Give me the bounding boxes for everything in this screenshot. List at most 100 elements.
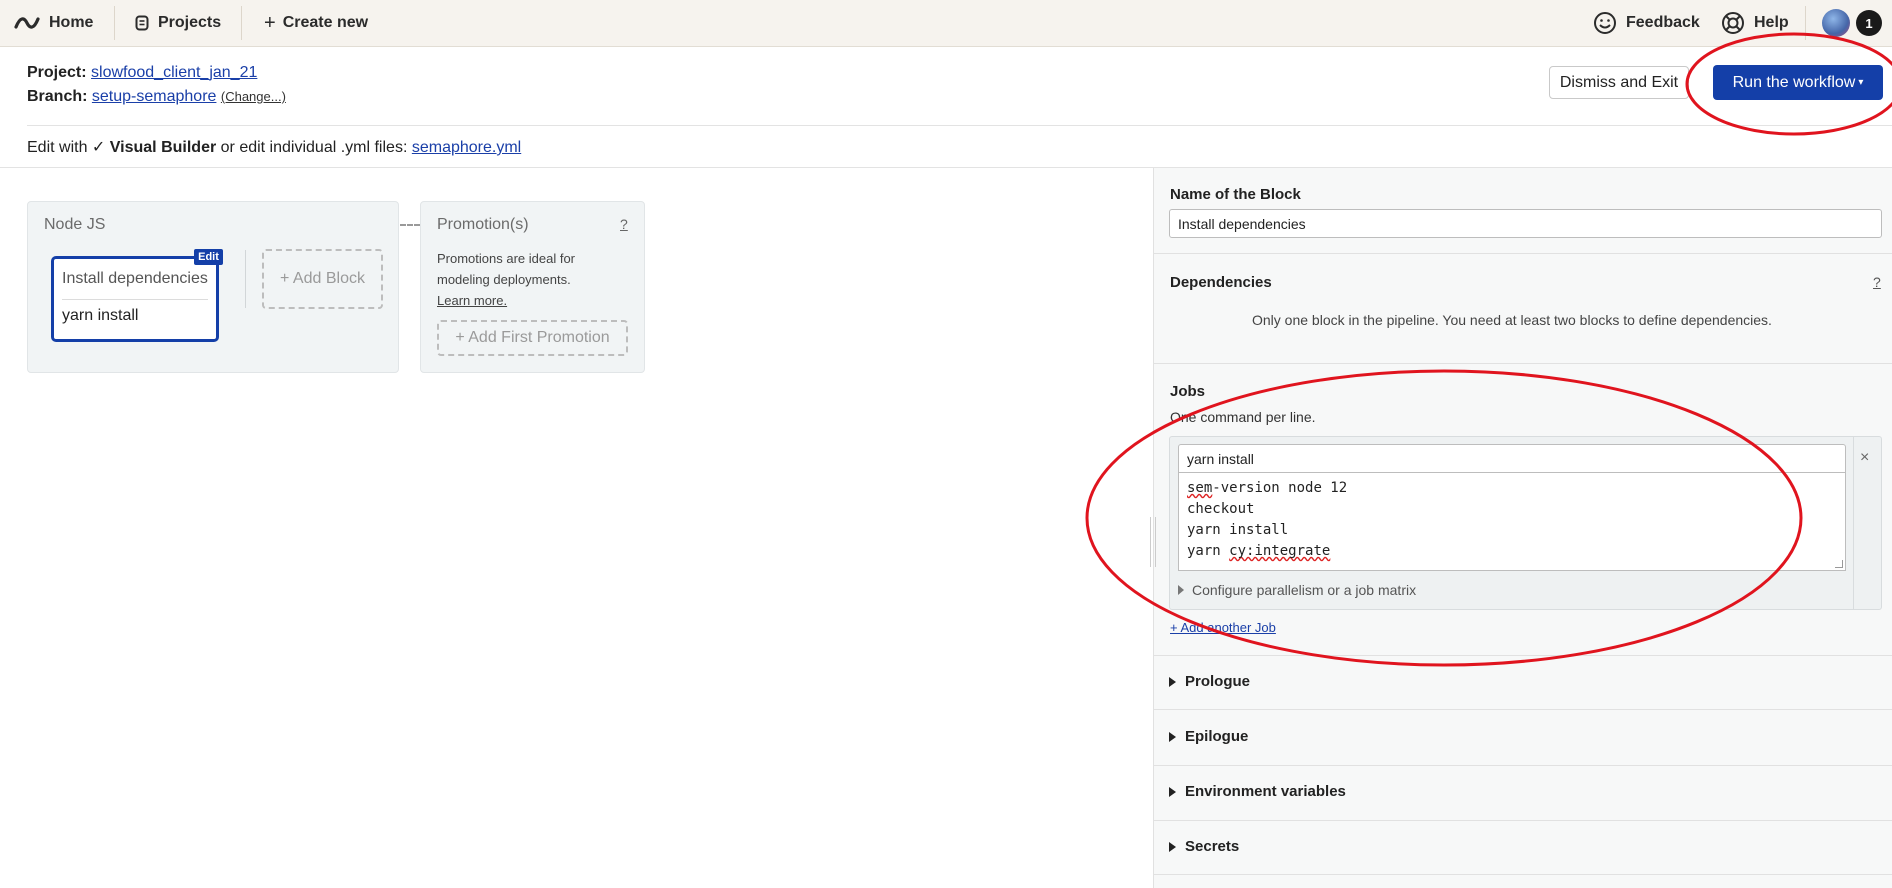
nav-divider [114,6,115,40]
command-line: sem-version node 12 [1187,478,1837,499]
expand-triangle-icon [1169,676,1176,687]
user-avatar[interactable] [1822,9,1850,37]
prologue-section[interactable]: Prologue [1169,673,1250,690]
caret-down-icon: ▾ [1858,77,1864,88]
run-workflow-label: Run the workflow [1732,73,1856,91]
smiley-icon [1593,11,1617,35]
nav-home[interactable]: Home [14,0,93,46]
divider [1154,820,1892,821]
nav-create-new-label: Create new [282,14,369,31]
nav-divider [1805,6,1806,40]
plus-icon: + [264,11,276,34]
nav-feedback-label: Feedback [1626,14,1700,31]
expand-triangle-icon [1169,731,1176,742]
command-line: yarn cy:integrate [1187,541,1837,562]
command-line: yarn install [1187,520,1837,541]
add-block-button[interactable]: + Add Block [262,249,383,309]
editor-mode-prefix: Edit with [27,139,88,156]
nav-help[interactable]: Help [1721,0,1789,46]
configure-parallelism-label: Configure parallelism or a job matrix [1192,582,1417,598]
promotions-help-link[interactable]: ? [620,216,628,232]
block-divider [62,299,208,300]
editor-mode-middle: or edit individual .yml files: [220,139,408,156]
nav-projects-label: Projects [158,14,222,31]
add-first-promotion-button[interactable]: + Add First Promotion [437,320,628,356]
branch-link[interactable]: setup-semaphore [92,88,217,105]
jobs-label: Jobs [1170,383,1206,400]
block-name-input[interactable]: Install dependencies [1169,209,1882,238]
command-line-text: checkout [1187,501,1255,517]
resize-grip-icon[interactable] [1835,560,1843,568]
block-name: Install dependencies [62,270,208,287]
section-label: Secrets [1185,838,1240,855]
block-name-label: Name of the Block [1170,186,1301,203]
command-line-flagged: sem [1187,480,1213,496]
jobs-hint: One command per line. [1170,409,1316,425]
nav-divider [241,6,242,40]
secrets-section[interactable]: Secrets [1169,838,1239,855]
branch-info: Branch: setup-semaphore (Change...) [27,88,286,106]
remove-job-button[interactable]: × [1860,449,1869,467]
job-name-input[interactable]: yarn install [1178,444,1846,473]
semaphore-logo-icon [14,15,40,31]
editor-mode-line: Edit with ✓ Visual Builder or edit indiv… [27,137,521,157]
edit-badge[interactable]: Edit [194,249,223,265]
environment-variables-section[interactable]: Environment variables [1169,783,1346,800]
nav-feedback[interactable]: Feedback [1593,0,1700,46]
block-job: yarn install [62,307,139,324]
nav-home-label: Home [49,14,94,31]
section-label: Environment variables [1185,783,1346,800]
projects-icon [135,15,149,31]
nav-help-label: Help [1754,14,1789,31]
promotions-description-line: Promotions are ideal for [437,251,576,266]
project-label: Project: [27,64,87,81]
divider [27,125,1892,126]
command-line-text: yarn install [1187,522,1289,538]
expand-triangle-icon [1169,841,1176,852]
dependencies-label: Dependencies [1170,274,1272,291]
block-separator [245,250,246,308]
project-link[interactable]: slowfood_client_jan_21 [91,64,257,81]
expand-triangle-icon [1178,585,1184,595]
divider [1154,655,1892,656]
divider [1154,874,1892,875]
add-another-job-link[interactable]: + Add another Job [1170,620,1276,635]
lifebuoy-icon [1721,11,1745,35]
notification-badge[interactable]: 1 [1856,10,1882,36]
top-nav: Home Projects + Create new Feedback Help… [0,0,1892,47]
epilogue-section[interactable]: Epilogue [1169,728,1248,745]
visual-builder-label: Visual Builder [109,139,217,156]
job-editor-divider [1853,436,1854,610]
expand-triangle-icon [1169,786,1176,797]
divider [1154,765,1892,766]
divider [1154,709,1892,710]
divider [1154,363,1892,364]
nav-create-new[interactable]: + Create new [264,0,368,46]
panel-resize-handle[interactable] [1150,517,1156,567]
promotions-description-line: modeling deployments. [437,272,571,287]
promotions-description: Promotions are ideal for modeling deploy… [437,248,575,311]
dismiss-and-exit-button[interactable]: Dismiss and Exit [1549,66,1689,99]
change-branch-link[interactable]: (Change...) [221,89,286,104]
dependencies-help-link[interactable]: ? [1873,274,1881,290]
section-label: Epilogue [1185,728,1249,745]
promotion-connector [400,224,420,226]
learn-more-link[interactable]: Learn more. [437,290,575,311]
promotions-title: Promotion(s) [437,216,529,233]
command-line-text: -version node 12 [1212,480,1348,496]
command-line: checkout [1187,499,1837,520]
run-workflow-button[interactable]: Run the workflow ▾ [1713,65,1883,100]
semaphore-yml-link[interactable]: semaphore.yml [412,139,521,156]
pipeline-name: Node JS [44,216,106,233]
command-line-text: yarn [1187,543,1230,559]
dependencies-note: Only one block in the pipeline. You need… [1252,312,1772,328]
divider [1154,253,1892,254]
configure-parallelism-toggle[interactable]: Configure parallelism or a job matrix [1178,582,1416,598]
branch-label: Branch: [27,88,88,105]
section-label: Prologue [1185,673,1251,690]
block-install-dependencies[interactable]: Install dependencies yarn install [51,256,219,342]
nav-projects[interactable]: Projects [135,0,221,46]
job-commands-textarea[interactable]: sem-version node 12 checkout yarn instal… [1178,472,1846,571]
check-icon: ✓ [91,139,106,156]
command-line-flagged: cy:integrate [1229,543,1331,559]
